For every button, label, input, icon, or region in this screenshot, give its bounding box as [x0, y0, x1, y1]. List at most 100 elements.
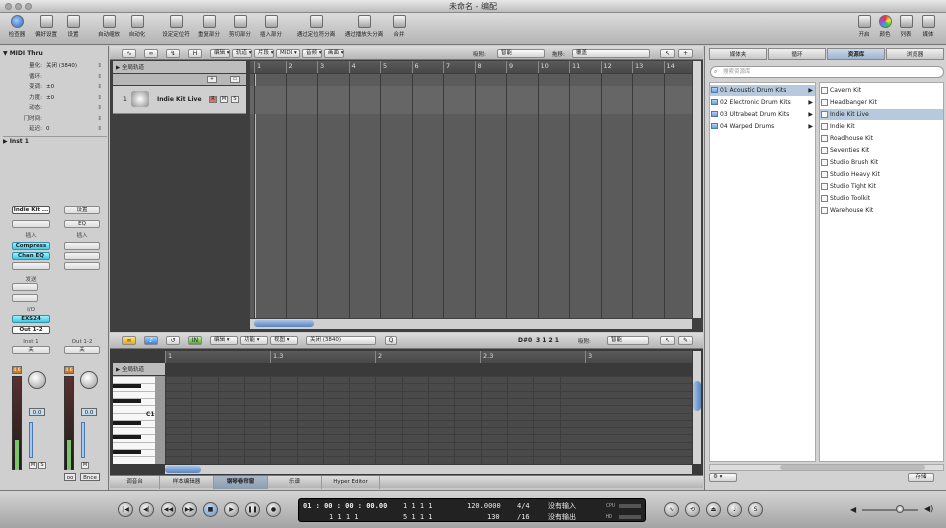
arrange-ruler[interactable]: 1 2 3 4 5 6 7 8 9 10 11 12 13 14: [250, 61, 692, 73]
arrange-menu[interactable]: 片段 ▾: [254, 49, 274, 58]
output-link-button[interactable]: oo: [64, 473, 76, 481]
mute-button[interactable]: M: [29, 462, 37, 469]
add-track-button[interactable]: +: [207, 76, 217, 83]
editor-horizontal-scrollbar[interactable]: [165, 465, 692, 474]
track-name[interactable]: Indie Kit Live: [157, 96, 202, 103]
param-stepper-icon[interactable]: ⇕: [97, 62, 102, 70]
library-folder-item[interactable]: 04 Warped Drums ▶: [710, 121, 815, 132]
settings-button[interactable]: 设置: [62, 15, 84, 38]
automation-mode-button[interactable]: 关: [12, 346, 50, 354]
inspector-param-row[interactable]: 动态: ⇕: [4, 104, 104, 112]
arrange-grid[interactable]: [250, 74, 692, 318]
inspector-param-row[interactable]: 循环: ⇕: [4, 73, 104, 81]
cycle-icon[interactable]: ⟲: [685, 502, 700, 517]
cut-section-button[interactable]: 剪切部分: [226, 15, 254, 38]
library-patch-item[interactable]: Headbanger Kit: [820, 97, 943, 108]
library-patch-item[interactable]: Indie Kit Live: [820, 109, 943, 120]
merge-button[interactable]: 合并: [389, 15, 409, 38]
in-icon[interactable]: IN: [188, 336, 202, 345]
output-setting-button[interactable]: 设置: [64, 206, 100, 214]
library-save-button[interactable]: 存储: [908, 473, 934, 482]
editor-tab[interactable]: 钢琴卷帘窗: [214, 476, 268, 489]
record-icon[interactable]: ●: [266, 502, 281, 517]
library-patch-item[interactable]: Cavern Kit: [820, 85, 943, 96]
library-patch-item[interactable]: Warehouse Kit: [820, 205, 943, 216]
master-volume-knob[interactable]: [896, 505, 904, 513]
pointer-tool-icon[interactable]: ↖: [660, 336, 675, 345]
library-action-menu[interactable]: ⚙ ▾: [709, 473, 737, 482]
output-insert-slot[interactable]: [64, 242, 100, 250]
library-horizontal-scrollbar[interactable]: [709, 464, 944, 471]
track-solo-button[interactable]: S: [231, 96, 239, 103]
output-automation-mode[interactable]: 关: [64, 346, 100, 354]
pan-knob[interactable]: [28, 371, 46, 389]
media-tab[interactable]: 媒体夹: [709, 48, 767, 60]
lists-toggle-button[interactable]: 开启: [855, 15, 873, 38]
output-eq-display[interactable]: EQ: [64, 220, 100, 228]
quantize-popup[interactable]: 关闭 (3840): [306, 336, 376, 345]
track-mute-button[interactable]: M: [220, 96, 228, 103]
close-window-icon[interactable]: [5, 3, 12, 10]
pencil-tool-icon[interactable]: ✎: [678, 336, 693, 345]
arrange-vertical-zoom[interactable]: [693, 61, 701, 318]
editor-snap-popup[interactable]: 智能: [607, 336, 649, 345]
eq-display[interactable]: [12, 220, 50, 228]
note-grid[interactable]: [165, 376, 692, 464]
replace-icon[interactable]: ∿: [664, 502, 679, 517]
pointer-tool-icon[interactable]: ↖: [660, 49, 675, 58]
quantize-button[interactable]: Q: [385, 336, 397, 345]
library-scroll-thumb[interactable]: [780, 465, 925, 470]
editor-tab[interactable]: 调音台: [110, 476, 160, 489]
inspector-param-row[interactable]: 门时间: ⇕: [4, 115, 104, 123]
library-patch-item[interactable]: Studio Heavy Kit: [820, 169, 943, 180]
link-icon[interactable]: ∿: [122, 49, 136, 58]
output-pan-knob[interactable]: [80, 371, 98, 389]
volume-fader-cap[interactable]: [29, 422, 33, 458]
inspector-button[interactable]: 检查器: [5, 15, 29, 38]
record-enable-button[interactable]: R: [209, 96, 217, 103]
pause-icon[interactable]: ❚❚: [245, 502, 260, 517]
editor-menu[interactable]: 视图 ▾: [270, 336, 298, 345]
snap-popup[interactable]: 智能: [497, 49, 545, 58]
send-slot[interactable]: [12, 294, 38, 302]
media-button[interactable]: 媒体: [918, 15, 938, 38]
editor-tab[interactable]: 样本编辑器: [160, 476, 214, 489]
hide-tracks-icon[interactable]: H: [188, 49, 202, 58]
catch-icon[interactable]: ↯: [166, 49, 180, 58]
metronome-icon[interactable]: ♩: [727, 502, 742, 517]
output-slot[interactable]: Out 1-2: [12, 326, 50, 334]
piano-keyboard[interactable]: [113, 376, 155, 464]
param-stepper-icon[interactable]: ⇕: [97, 125, 102, 133]
set-locators-button[interactable]: 设定定位符: [160, 15, 192, 38]
pencil-tool-icon[interactable]: +: [678, 49, 693, 58]
editor-tab[interactable]: 乐谱: [268, 476, 322, 489]
solo-icon[interactable]: S: [748, 502, 763, 517]
global-tracks-header[interactable]: ▶ 全局轨道: [113, 61, 246, 73]
arrange-menu[interactable]: 画面 ▾: [324, 49, 344, 58]
inspector-param-row[interactable]: 变调: ±0 ⇕: [4, 83, 104, 91]
arrange-menu[interactable]: MIDI ▾: [276, 49, 300, 58]
stop-icon[interactable]: ■: [203, 502, 218, 517]
param-stepper-icon[interactable]: ⇕: [97, 83, 102, 91]
chain-icon[interactable]: ∞: [144, 49, 158, 58]
bounce-button[interactable]: Bnce: [80, 473, 100, 481]
library-search-input[interactable]: 搜索资源库: [710, 66, 944, 78]
midi-out-icon[interactable]: ♪: [144, 336, 158, 345]
auto-zoom-button[interactable]: 自动缩放: [96, 15, 122, 38]
editor-scroll-thumb[interactable]: [693, 381, 701, 411]
library-folder-item[interactable]: 03 Ultrabeat Drum Kits ▶: [710, 109, 815, 120]
scroll-thumb[interactable]: [254, 320, 314, 327]
drag-popup[interactable]: 覆盖: [572, 49, 650, 58]
inspector-param-row[interactable]: 延迟: 0 ⇕: [4, 125, 104, 133]
insert-slot-empty[interactable]: [12, 262, 50, 270]
master-volume-slider[interactable]: [862, 509, 918, 511]
split-by-playhead-button[interactable]: 通过播放头分离: [342, 15, 386, 38]
automation-button[interactable]: 自动化: [125, 15, 149, 38]
inspector-param-row[interactable]: 力度: ±0 ⇕: [4, 94, 104, 102]
track-header[interactable]: 1 Indie Kit Live R M S: [113, 86, 246, 114]
param-stepper-icon[interactable]: ⇕: [97, 115, 102, 123]
arrange-horizontal-scrollbar[interactable]: [250, 319, 692, 329]
insert-slot-chan-eq[interactable]: Chan EQ: [12, 252, 50, 260]
media-tab[interactable]: 浏览器: [886, 48, 944, 60]
zoom-window-icon[interactable]: [25, 3, 32, 10]
